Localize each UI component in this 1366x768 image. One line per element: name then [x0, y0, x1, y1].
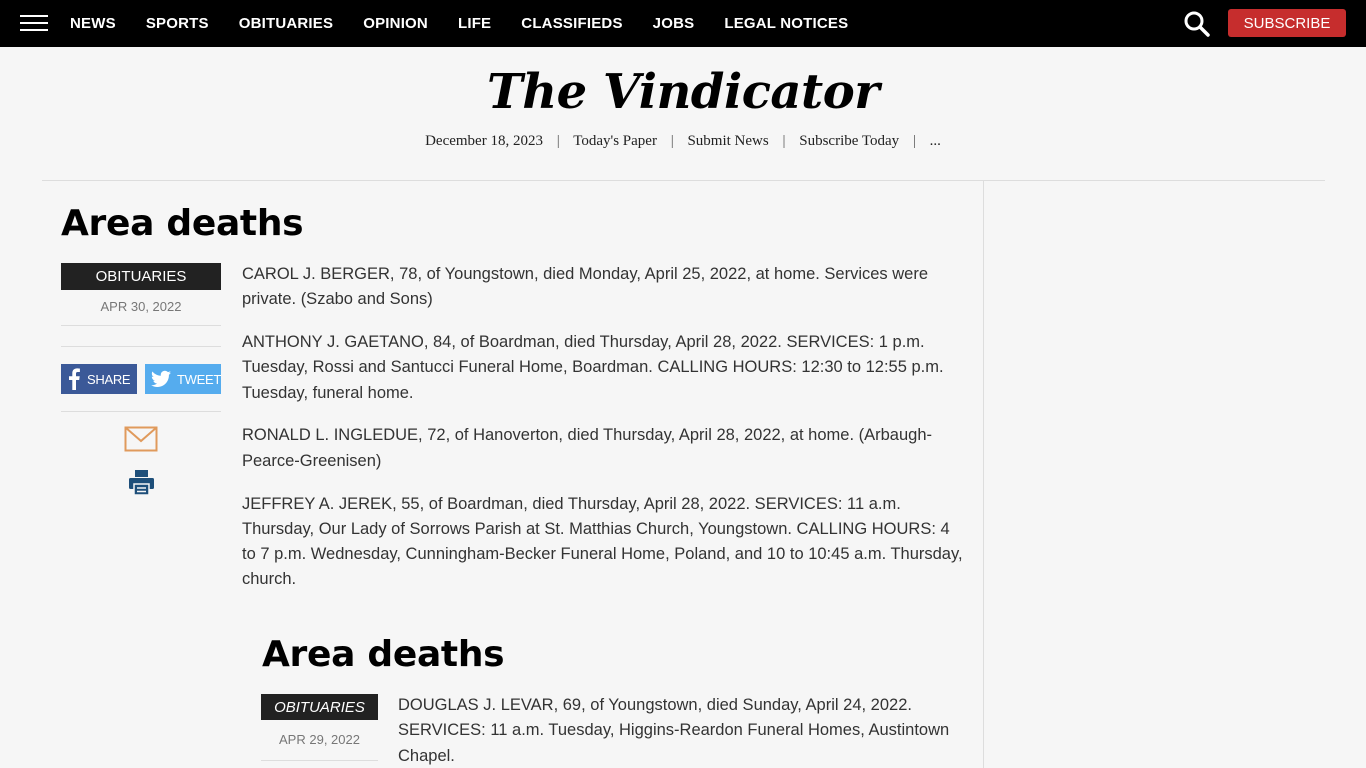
masthead: The Vindicator	[0, 62, 1366, 122]
separator: |	[556, 133, 560, 149]
nav-item-sports[interactable]: SPORTS	[146, 15, 209, 32]
category-badge[interactable]: OBITUARIES	[61, 263, 221, 290]
article-headline[interactable]: Area deaths	[262, 634, 505, 675]
twitter-icon	[151, 370, 171, 387]
article-date: APR 29, 2022	[279, 732, 360, 747]
primary-nav: NEWS SPORTS OBITUARIES OPINION LIFE CLAS…	[70, 0, 878, 47]
nav-item-jobs[interactable]: JOBS	[653, 15, 695, 32]
obituary-paragraph: ANTHONY J. GAETANO, 84, of Boardman, die…	[242, 333, 944, 402]
separator: |	[912, 133, 916, 149]
divider	[61, 411, 221, 412]
separator: |	[670, 133, 674, 149]
tweet-label: TWEET	[177, 371, 221, 387]
obituary-paragraph: JEFFREY A. JEREK, 55, of Boardman, died …	[242, 494, 963, 589]
facebook-share-button[interactable]: SHARE	[61, 364, 137, 394]
twitter-share-button[interactable]: TWEET	[145, 364, 221, 394]
more-links[interactable]: ...	[930, 133, 941, 149]
article-date: APR 30, 2022	[100, 299, 182, 314]
nav-item-classifieds[interactable]: CLASSIFIEDS	[521, 15, 622, 32]
divider	[61, 346, 221, 347]
submit-news-link[interactable]: Submit News	[687, 133, 768, 149]
current-date: December 18, 2023	[425, 133, 543, 149]
facebook-icon	[69, 368, 80, 390]
top-nav-bar: NEWS SPORTS OBITUARIES OPINION LIFE CLAS…	[0, 0, 1366, 47]
separator: |	[782, 133, 786, 149]
email-icon[interactable]	[124, 426, 158, 452]
category-badge[interactable]: OBITUARIES	[261, 694, 378, 720]
nav-item-life[interactable]: LIFE	[458, 15, 491, 32]
site-logo[interactable]: The Vindicator	[0, 62, 1366, 122]
share-label: SHARE	[87, 371, 131, 387]
nav-item-obituaries[interactable]: OBITUARIES	[239, 15, 334, 32]
obituary-paragraph: DOUGLAS J. LEVAR, 69, of Youngstown, die…	[398, 696, 950, 765]
divider	[261, 760, 378, 761]
nav-item-news[interactable]: NEWS	[70, 15, 116, 32]
search-icon[interactable]	[1183, 10, 1211, 38]
masthead-subnav: December 18, 2023 | Today's Paper | Subm…	[0, 133, 1366, 150]
nav-item-opinion[interactable]: OPINION	[363, 15, 428, 32]
divider	[61, 325, 221, 326]
article-body: DOUGLAS J. LEVAR, 69, of Youngstown, die…	[398, 693, 968, 768]
todays-paper-link[interactable]: Today's Paper	[573, 133, 657, 149]
subscribe-button[interactable]: SUBSCRIBE	[1228, 9, 1346, 37]
article-body: CAROL J. BERGER, 78, of Youngstown, died…	[242, 262, 967, 610]
subscribe-today-link[interactable]: Subscribe Today	[799, 133, 899, 149]
right-sidebar	[983, 181, 1325, 768]
print-icon[interactable]	[128, 469, 155, 496]
article-headline[interactable]: Area deaths	[61, 203, 304, 244]
obituary-paragraph: CAROL J. BERGER, 78, of Youngstown, died…	[242, 265, 929, 309]
menu-icon[interactable]	[20, 13, 48, 33]
nav-item-legal-notices[interactable]: LEGAL NOTICES	[724, 15, 848, 32]
obituary-paragraph: RONALD L. INGLEDUE, 72, of Hanoverton, d…	[242, 426, 932, 470]
